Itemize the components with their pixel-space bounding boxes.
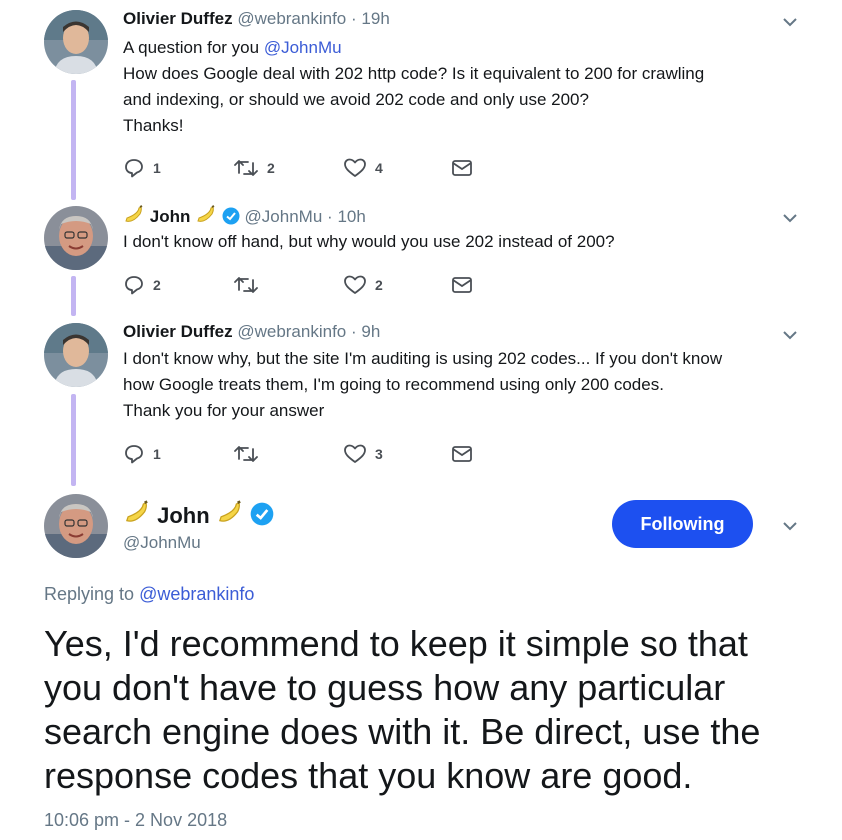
- tweet-text-line: and indexing, or should we avoid 202 cod…: [123, 90, 589, 109]
- tweet-actions: 1 2 4: [123, 156, 503, 180]
- banana-emoji: [123, 500, 151, 532]
- retweet-icon: [234, 446, 258, 462]
- retweet-icon: [234, 277, 258, 293]
- replying-to-link[interactable]: @webrankinfo: [139, 584, 254, 604]
- like-count: 4: [375, 160, 383, 176]
- reply-count: 1: [153, 446, 161, 462]
- banana-emoji: [195, 205, 217, 230]
- like-icon: [344, 158, 366, 177]
- thread-line: [71, 80, 76, 200]
- message-button[interactable]: [451, 273, 473, 297]
- retweet-button[interactable]: 2: [233, 156, 275, 180]
- message-button[interactable]: [451, 442, 473, 466]
- tweet-time[interactable]: 19h: [361, 9, 389, 28]
- caret-down-icon[interactable]: [780, 208, 800, 228]
- like-icon: [344, 275, 366, 294]
- author-name[interactable]: John: [150, 207, 191, 226]
- replying-to: Replying to @webrankinfo: [44, 584, 254, 605]
- like-button[interactable]: 3: [343, 442, 383, 466]
- tweet-text-line: I don't know why, but the site I'm audit…: [123, 349, 723, 368]
- tweet-actions: 2 2: [123, 273, 503, 297]
- tweet-body: I don't know why, but the site I'm audit…: [123, 346, 813, 424]
- author-handle[interactable]: @JohnMu: [123, 533, 201, 553]
- tweet-text-line: you don't have to guess how any particul…: [44, 667, 726, 708]
- tweet-text-line: A question for you: [123, 38, 264, 57]
- reply-icon: [125, 159, 143, 178]
- tweet-text-line: Thanks!: [123, 116, 184, 135]
- reply-icon: [125, 445, 143, 464]
- avatar[interactable]: [44, 206, 108, 270]
- reply-button[interactable]: 1: [123, 442, 161, 466]
- like-icon: [344, 444, 366, 463]
- separator-dot: ·: [327, 207, 333, 226]
- author-handle[interactable]: @JohnMu: [245, 207, 323, 226]
- reply-button[interactable]: 2: [123, 273, 161, 297]
- retweet-button[interactable]: [233, 442, 259, 466]
- banana-emoji: [123, 205, 145, 230]
- tweet-text-line: Yes, I'd recommend to keep it simple so …: [44, 623, 748, 664]
- author-name[interactable]: Olivier Duffez: [123, 9, 233, 28]
- message-button[interactable]: [451, 156, 473, 180]
- mention-link[interactable]: @JohnMu: [264, 38, 342, 57]
- caret-down-icon[interactable]: [780, 12, 800, 32]
- message-icon: [452, 446, 472, 462]
- reply-icon: [125, 276, 143, 295]
- separator-dot: ·: [351, 322, 357, 341]
- tweet-actions: 1 3: [123, 442, 503, 466]
- retweet-button[interactable]: [233, 273, 259, 297]
- reply-count: 2: [153, 277, 161, 293]
- verified-icon: [222, 207, 240, 230]
- thread-line: [71, 394, 76, 486]
- tweet-text-line: search engine does with it. Be direct, u…: [44, 711, 761, 752]
- tweet-text-line: Thank you for your answer: [123, 401, 325, 420]
- retweet-icon: [234, 160, 258, 176]
- author-handle[interactable]: @webrankinfo: [237, 9, 346, 28]
- main-tweet-text: Yes, I'd recommend to keep it simple so …: [44, 622, 804, 798]
- reply-count: 1: [153, 160, 161, 176]
- banana-emoji: [216, 500, 244, 532]
- like-count: 3: [375, 446, 383, 462]
- avatar[interactable]: [44, 323, 108, 387]
- following-button[interactable]: Following: [612, 500, 753, 548]
- reply-button[interactable]: 1: [123, 156, 161, 180]
- author-handle[interactable]: @webrankinfo: [237, 322, 346, 341]
- tweet-body: I don't know off hand, but why would you…: [123, 229, 813, 255]
- tweet-time[interactable]: 9h: [361, 322, 380, 341]
- message-icon: [452, 277, 472, 293]
- like-count: 2: [375, 277, 383, 293]
- retweet-count: 2: [267, 160, 275, 176]
- author-name[interactable]: Olivier Duffez: [123, 322, 233, 341]
- tweet-text-line: how Google treats them, I'm going to rec…: [123, 375, 664, 394]
- caret-down-icon[interactable]: [780, 325, 800, 345]
- avatar[interactable]: [44, 494, 108, 558]
- like-button[interactable]: 4: [343, 156, 383, 180]
- tweet-text-line: How does Google deal with 202 http code?…: [123, 64, 705, 83]
- avatar[interactable]: [44, 10, 108, 74]
- main-author: John: [123, 500, 274, 532]
- verified-icon: [250, 502, 274, 532]
- tweet-text-line: response codes that you know are good.: [44, 755, 693, 796]
- message-icon: [452, 160, 472, 176]
- author-name[interactable]: John: [157, 503, 210, 528]
- tweet-body: A question for you @JohnMu How does Goog…: [123, 35, 813, 139]
- separator-dot: ·: [351, 9, 357, 28]
- replying-prefix: Replying to: [44, 584, 140, 604]
- tweet-time[interactable]: 10h: [337, 207, 365, 226]
- caret-down-icon[interactable]: [780, 516, 800, 536]
- thread-line: [71, 276, 76, 316]
- tweet-text-line: I don't know off hand, but why would you…: [123, 232, 615, 251]
- tweet-timestamp[interactable]: 10:06 pm - 2 Nov 2018: [44, 810, 227, 831]
- like-button[interactable]: 2: [343, 273, 383, 297]
